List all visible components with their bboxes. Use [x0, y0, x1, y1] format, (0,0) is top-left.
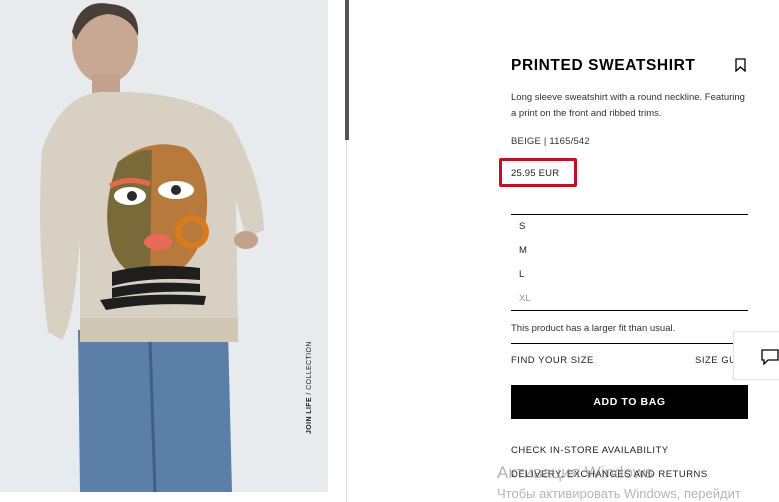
size-guide-link[interactable]: SIZE GUIDE [695, 355, 735, 366]
size-option-xl[interactable]: XL [519, 293, 531, 304]
chat-icon [761, 349, 779, 365]
fit-divider [511, 343, 748, 344]
model-illustration [0, 0, 328, 492]
image-scrollbar[interactable] [345, 0, 349, 140]
join-life-tag: JOIN LIFE / COLLECTION [306, 341, 320, 434]
size-option-l[interactable]: L [519, 269, 524, 280]
product-image[interactable]: JOIN LIFE / COLLECTION [0, 0, 328, 492]
size-option-m[interactable]: M [519, 245, 527, 256]
tag-rest: / COLLECTION [306, 341, 313, 397]
fit-note: This product has a larger fit than usual… [511, 323, 676, 334]
sizes-divider-top [511, 214, 748, 215]
chat-button[interactable] [733, 331, 779, 380]
size-option-s[interactable]: S [519, 221, 525, 232]
sizes-divider-bottom [511, 310, 748, 311]
product-price: 25.95 EUR [511, 168, 560, 179]
add-to-bag-button[interactable]: ADD TO BAG [511, 385, 748, 419]
product-description: Long sleeve sweatshirt with a round neck… [511, 92, 745, 119]
check-store-availability-link[interactable]: CHECK IN-STORE AVAILABILITY [511, 445, 669, 456]
column-divider [346, 140, 347, 502]
find-your-size-link[interactable]: FIND YOUR SIZE [511, 355, 594, 366]
delivery-returns-link[interactable]: DELIVERY, EXCHANGES AND RETURNS [511, 469, 708, 480]
color-reference: BEIGE | 1165/542 [511, 136, 590, 147]
product-title: PRINTED SWEATSHIRT [511, 57, 696, 74]
bookmark-icon[interactable] [735, 58, 746, 73]
tag-bold: JOIN LIFE [306, 396, 313, 434]
windows-activation-text: Чтобы активировать Windows, перейдит [497, 486, 741, 501]
